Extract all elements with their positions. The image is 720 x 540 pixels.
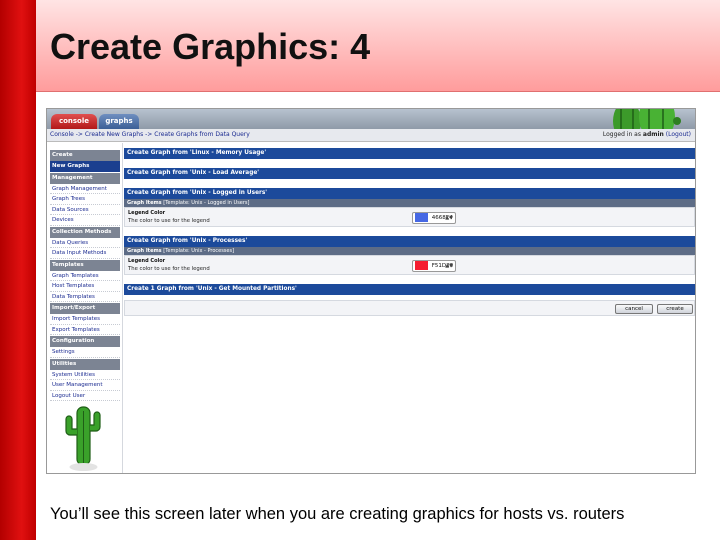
color-swatch bbox=[415, 213, 428, 222]
graph-section-header[interactable]: Create Graph from 'Unix - Logged in User… bbox=[124, 188, 695, 199]
graph-section-header[interactable]: Create 1 Graph from 'Unix - Get Mounted … bbox=[124, 284, 695, 295]
top-navigation-bar: console graphs bbox=[47, 109, 695, 135]
sidebar-heading-utilities: Utilities bbox=[50, 358, 120, 370]
sidebar-item-data-templates[interactable]: Data Templates bbox=[50, 292, 120, 302]
legend-color-select[interactable]: 4668E4 ▲▼ bbox=[412, 212, 456, 224]
sidebar-heading-create: Create bbox=[50, 150, 120, 161]
logout-link[interactable]: (Logout) bbox=[666, 131, 691, 138]
breadcrumb: Console -> Create New Graphs -> Create G… bbox=[47, 129, 695, 142]
form-actions: cancel create bbox=[124, 300, 695, 316]
sidebar-item-data-input-methods[interactable]: Data Input Methods bbox=[50, 248, 120, 259]
graph-template-label: [Template: Unix - Processes] bbox=[163, 248, 235, 254]
graph-template-label: [Template: Unix - Logged in Users] bbox=[163, 200, 250, 206]
sidebar-divider bbox=[122, 143, 123, 473]
tab-console[interactable]: console bbox=[51, 114, 97, 129]
sidebar-item-graph-trees[interactable]: Graph Trees bbox=[50, 194, 120, 205]
sidebar-item-export-templates[interactable]: Export Templates bbox=[50, 325, 120, 335]
graph-section-header[interactable]: Create Graph from 'Unix - Load Average' bbox=[124, 168, 695, 179]
legend-color-description: The color to use for the legend bbox=[128, 218, 210, 224]
sidebar-heading-configuration: Configuration bbox=[50, 336, 120, 347]
graph-section-header[interactable]: Create Graph from 'Unix - Processes' bbox=[124, 236, 695, 247]
sidebar-item-settings[interactable]: Settings bbox=[50, 347, 120, 358]
slide-caption: You’ll see this screen later when you ar… bbox=[50, 505, 625, 523]
login-prefix: Logged in as bbox=[602, 131, 641, 138]
sidebar-heading-import-export: Import/Export bbox=[50, 303, 120, 314]
sidebar-item-logout-user[interactable]: Logout User bbox=[50, 391, 120, 401]
login-status: Logged in as admin (Logout) bbox=[603, 129, 691, 141]
slide-title: Create Graphics: 4 bbox=[50, 26, 371, 67]
legend-color-select[interactable]: F51D30 ▲▼ bbox=[412, 260, 456, 272]
breadcrumb-path[interactable]: Console -> Create New Graphs -> Create G… bbox=[50, 131, 250, 138]
main-content: Create Graph from 'Linux - Memory Usage'… bbox=[124, 147, 695, 316]
sidebar-item-host-templates[interactable]: Host Templates bbox=[50, 281, 120, 292]
tab-graphs[interactable]: graphs bbox=[99, 114, 139, 129]
color-swatch bbox=[415, 261, 428, 270]
sidebar-item-new-graphs[interactable]: New Graphs bbox=[50, 161, 120, 172]
sidebar-item-graph-management[interactable]: Graph Management bbox=[50, 184, 120, 194]
create-button[interactable]: create bbox=[657, 304, 693, 314]
sidebar-item-user-management[interactable]: User Management bbox=[50, 380, 120, 391]
sidebar-item-devices[interactable]: Devices bbox=[50, 215, 120, 226]
sidebar-item-graph-templates[interactable]: Graph Templates bbox=[50, 271, 120, 281]
legend-color-label: Legend Color bbox=[128, 210, 166, 216]
chevron-down-icon: ▲▼ bbox=[445, 263, 453, 269]
slide-left-bar bbox=[0, 0, 36, 540]
sidebar-menu: Create New Graphs Management Graph Manageme… bbox=[50, 149, 120, 401]
cancel-button[interactable]: cancel bbox=[615, 304, 653, 314]
graph-items-subheader: Graph Items [Template: Unix - Logged in … bbox=[124, 199, 695, 207]
chevron-down-icon: ▲▼ bbox=[445, 215, 453, 221]
legend-color-description: The color to use for the legend bbox=[128, 266, 210, 272]
graph-section-header[interactable]: Create Graph from 'Linux - Memory Usage' bbox=[124, 148, 695, 159]
sidebar-item-data-sources[interactable]: Data Sources bbox=[50, 205, 120, 215]
cacti-screenshot: console graphs Console -> Create New Gra… bbox=[46, 108, 696, 474]
sidebar-item-system-utilities[interactable]: System Utilities bbox=[50, 370, 120, 380]
legend-color-label: Legend Color bbox=[128, 258, 166, 264]
legend-color-row: Legend Color The color to use for the le… bbox=[124, 207, 695, 227]
cactus-icon bbox=[65, 406, 101, 471]
sidebar-heading-management: Management bbox=[50, 172, 120, 184]
sidebar-heading-templates: Templates bbox=[50, 259, 120, 271]
sidebar-item-import-templates[interactable]: Import Templates bbox=[50, 314, 120, 325]
sidebar-item-data-queries[interactable]: Data Queries bbox=[50, 238, 120, 248]
legend-color-row: Legend Color The color to use for the le… bbox=[124, 255, 695, 275]
graph-items-subheader: Graph Items [Template: Unix - Processes] bbox=[124, 247, 695, 255]
sidebar-heading-collection-methods: Collection Methods bbox=[50, 226, 120, 238]
graph-items-label: Graph Items bbox=[127, 200, 162, 206]
graph-items-label: Graph Items bbox=[127, 248, 162, 254]
login-user: admin bbox=[642, 131, 664, 138]
